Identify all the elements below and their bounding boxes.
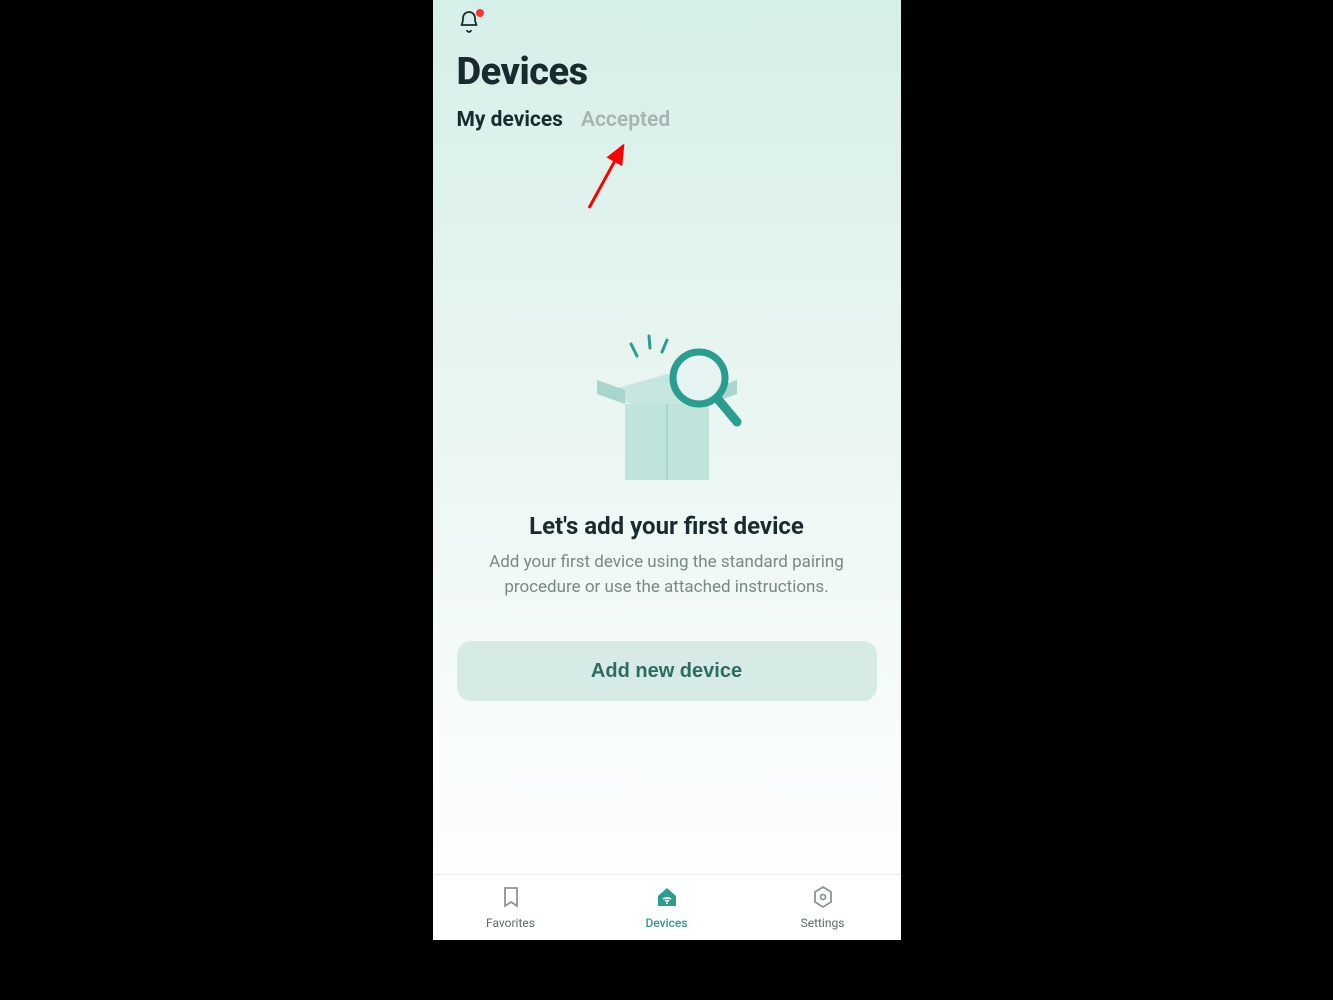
page-title: Devices bbox=[433, 38, 901, 102]
top-bar bbox=[433, 0, 901, 38]
tab-accepted[interactable]: Accepted bbox=[581, 108, 670, 132]
app-screen: Devices My devices Accepted bbox=[433, 0, 901, 940]
add-new-device-button[interactable]: Add new device bbox=[457, 641, 877, 701]
tabs: My devices Accepted bbox=[433, 102, 901, 132]
tab-my-devices[interactable]: My devices bbox=[457, 108, 563, 132]
notification-dot-icon bbox=[476, 9, 484, 17]
bookmark-icon bbox=[499, 885, 523, 913]
notifications-button[interactable] bbox=[457, 10, 485, 38]
bell-icon bbox=[457, 19, 481, 38]
main-content: Let's add your first device Add your fir… bbox=[433, 132, 901, 874]
settings-icon bbox=[811, 885, 835, 913]
nav-label: Favorites bbox=[486, 916, 535, 930]
nav-settings[interactable]: Settings bbox=[745, 875, 901, 940]
nav-favorites[interactable]: Favorites bbox=[433, 875, 589, 940]
nav-label: Settings bbox=[801, 916, 845, 930]
bottom-nav: Favorites Devices Settings bbox=[433, 874, 901, 940]
nav-label: Devices bbox=[645, 916, 687, 930]
empty-state-body: Add your first device using the standard… bbox=[467, 550, 867, 599]
nav-devices[interactable]: Devices bbox=[589, 875, 745, 940]
empty-state-title: Let's add your first device bbox=[529, 512, 804, 540]
home-wifi-icon bbox=[655, 885, 679, 913]
empty-box-illustration bbox=[577, 332, 757, 492]
